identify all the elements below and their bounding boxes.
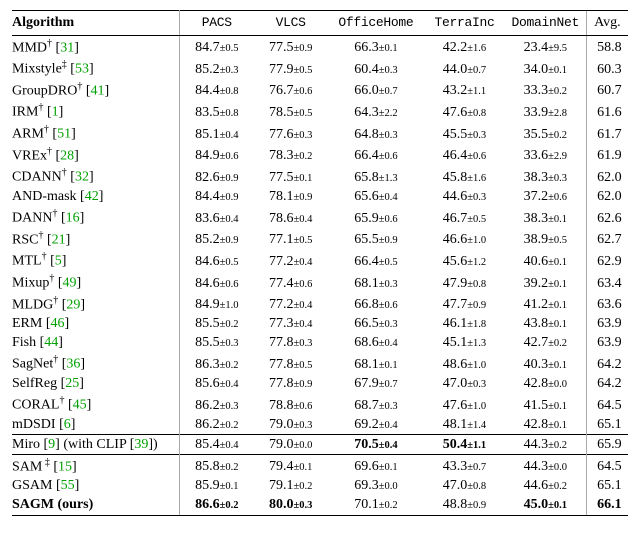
table-row: Mixstyle‡ [53]85.2±0.377.9±0.560.4±0.344…	[12, 58, 628, 80]
citation-link[interactable]: 32	[75, 170, 89, 185]
algorithm-name: MLDG	[12, 297, 53, 312]
citation-link[interactable]: 46	[51, 316, 65, 331]
table-row: ARM† [51]85.1±0.477.6±0.364.8±0.345.5±0.…	[12, 123, 628, 145]
col-domainnet: DomainNet	[512, 15, 580, 30]
table-row: SAGM (ours)86.6±0.280.0±0.370.1±0.248.8±…	[12, 496, 628, 516]
citation-link[interactable]: 39	[134, 437, 148, 452]
results-table: Algorithm PACS VLCS OfficeHome TerraInc …	[12, 10, 628, 516]
citation-link[interactable]: 5	[55, 254, 62, 269]
table-row: Miro [9] (with CLIP [39])85.4±0.479.0±0.…	[12, 435, 628, 455]
citation-link[interactable]: 25	[65, 376, 79, 391]
citation-link[interactable]: 41	[91, 83, 105, 98]
citation-link[interactable]: 49	[63, 276, 77, 291]
col-algorithm: Algorithm	[12, 15, 74, 30]
table-header-row: Algorithm PACS VLCS OfficeHome TerraInc …	[12, 11, 628, 36]
algorithm-name: ARM	[12, 127, 44, 142]
citation-link[interactable]: 6	[64, 417, 71, 432]
algorithm-name: ERM	[12, 316, 42, 331]
algorithm-name: Miro	[12, 437, 40, 452]
algorithm-name: Mixstyle	[12, 62, 62, 77]
table-row: SAM ‡ [15]85.8±0.279.4±0.169.6±0.143.3±0…	[12, 455, 628, 477]
algorithm-name: Mixup	[12, 276, 49, 291]
table-body: MMD† [31]84.7±0.577.5±0.966.3±0.142.2±1.…	[12, 36, 628, 516]
table-row: AND-mask [42]84.4±0.978.1±0.965.6±0.444.…	[12, 188, 628, 207]
algorithm-name: mDSDI	[12, 417, 56, 432]
citation-link[interactable]: 15	[58, 459, 72, 474]
table-row: SagNet† [36]86.3±0.277.8±0.568.1±0.148.6…	[12, 353, 628, 375]
algorithm-name: MMD	[12, 40, 47, 55]
citation-link[interactable]: 9	[48, 437, 55, 452]
algorithm-name: MTL	[12, 254, 42, 269]
algorithm-name: CDANN	[12, 170, 62, 185]
table-row: MMD† [31]84.7±0.577.5±0.966.3±0.142.2±1.…	[12, 36, 628, 58]
algorithm-name: VREx	[12, 148, 47, 163]
citation-link[interactable]: 16	[66, 211, 80, 226]
algorithm-name: Fish	[12, 335, 36, 350]
algorithm-name: RSC	[12, 232, 38, 247]
citation-link[interactable]: 53	[75, 62, 89, 77]
table-row: MTL† [5]84.6±0.577.2±0.466.4±0.545.6±1.2…	[12, 250, 628, 272]
table-row: ERM [46]85.5±0.277.3±0.466.5±0.346.1±1.8…	[12, 315, 628, 334]
algorithm-name: CORAL	[12, 398, 59, 413]
table-row: GroupDRO† [41]84.4±0.876.7±0.666.0±0.743…	[12, 79, 628, 101]
table-row: SelfReg [25]85.6±0.477.8±0.967.9±0.747.0…	[12, 375, 628, 394]
algorithm-name: SAM	[12, 459, 42, 474]
table-row: MLDG† [29]84.9±1.077.2±0.466.8±0.647.7±0…	[12, 293, 628, 315]
citation-link[interactable]: 21	[52, 232, 66, 247]
citation-link[interactable]: 45	[73, 398, 87, 413]
table-row: GSAM [55]85.9±0.179.1±0.269.3±0.047.0±0.…	[12, 477, 628, 496]
col-vlcs: VLCS	[276, 15, 306, 30]
algorithm-name: SAGM (ours)	[12, 497, 93, 512]
algorithm-name: IRM	[12, 105, 38, 120]
table-row: VREx† [28]84.9±0.678.3±0.266.4±0.646.4±0…	[12, 144, 628, 166]
citation-link[interactable]: 51	[57, 127, 71, 142]
citation-link[interactable]: 55	[61, 478, 75, 493]
table-row: RSC† [21]85.2±0.977.1±0.565.5±0.946.6±1.…	[12, 228, 628, 250]
citation-link[interactable]: 28	[60, 148, 74, 163]
algorithm-name: GSAM	[12, 478, 52, 493]
col-terrainc: TerraInc	[434, 15, 494, 30]
citation-link[interactable]: 31	[60, 40, 74, 55]
table-row: mDSDI [6]86.2±0.279.0±0.369.2±0.448.1±1.…	[12, 415, 628, 435]
algorithm-name: AND-mask	[12, 189, 77, 204]
algorithm-name: SagNet	[12, 357, 53, 372]
table-row: CDANN† [32]82.6±0.977.5±0.165.8±1.345.8±…	[12, 166, 628, 188]
algorithm-name: GroupDRO	[12, 83, 77, 98]
table-row: Fish [44]85.5±0.377.8±0.368.6±0.445.1±1.…	[12, 334, 628, 353]
table-row: IRM† [1]83.5±0.878.5±0.564.3±2.247.6±0.8…	[12, 101, 628, 123]
citation-link[interactable]: 36	[66, 357, 80, 372]
col-officehome: OfficeHome	[338, 15, 413, 30]
algorithm-name: DANN	[12, 211, 52, 226]
table-row: Mixup† [49]84.6±0.677.4±0.668.1±0.347.9±…	[12, 272, 628, 294]
results-table-wrapper: Algorithm PACS VLCS OfficeHome TerraInc …	[12, 10, 628, 516]
citation-link[interactable]: 42	[85, 189, 99, 204]
table-row: CORAL† [45]86.2±0.378.8±0.668.7±0.347.6±…	[12, 394, 628, 416]
algorithm-name: SelfReg	[12, 376, 57, 391]
citation-link[interactable]: 44	[44, 335, 58, 350]
citation-link[interactable]: 1	[52, 105, 59, 120]
col-pacs: PACS	[202, 15, 232, 30]
col-avg: Avg.	[586, 11, 628, 36]
citation-link[interactable]: 29	[66, 297, 80, 312]
table-row: DANN† [16]83.6±0.478.6±0.465.9±0.646.7±0…	[12, 207, 628, 229]
